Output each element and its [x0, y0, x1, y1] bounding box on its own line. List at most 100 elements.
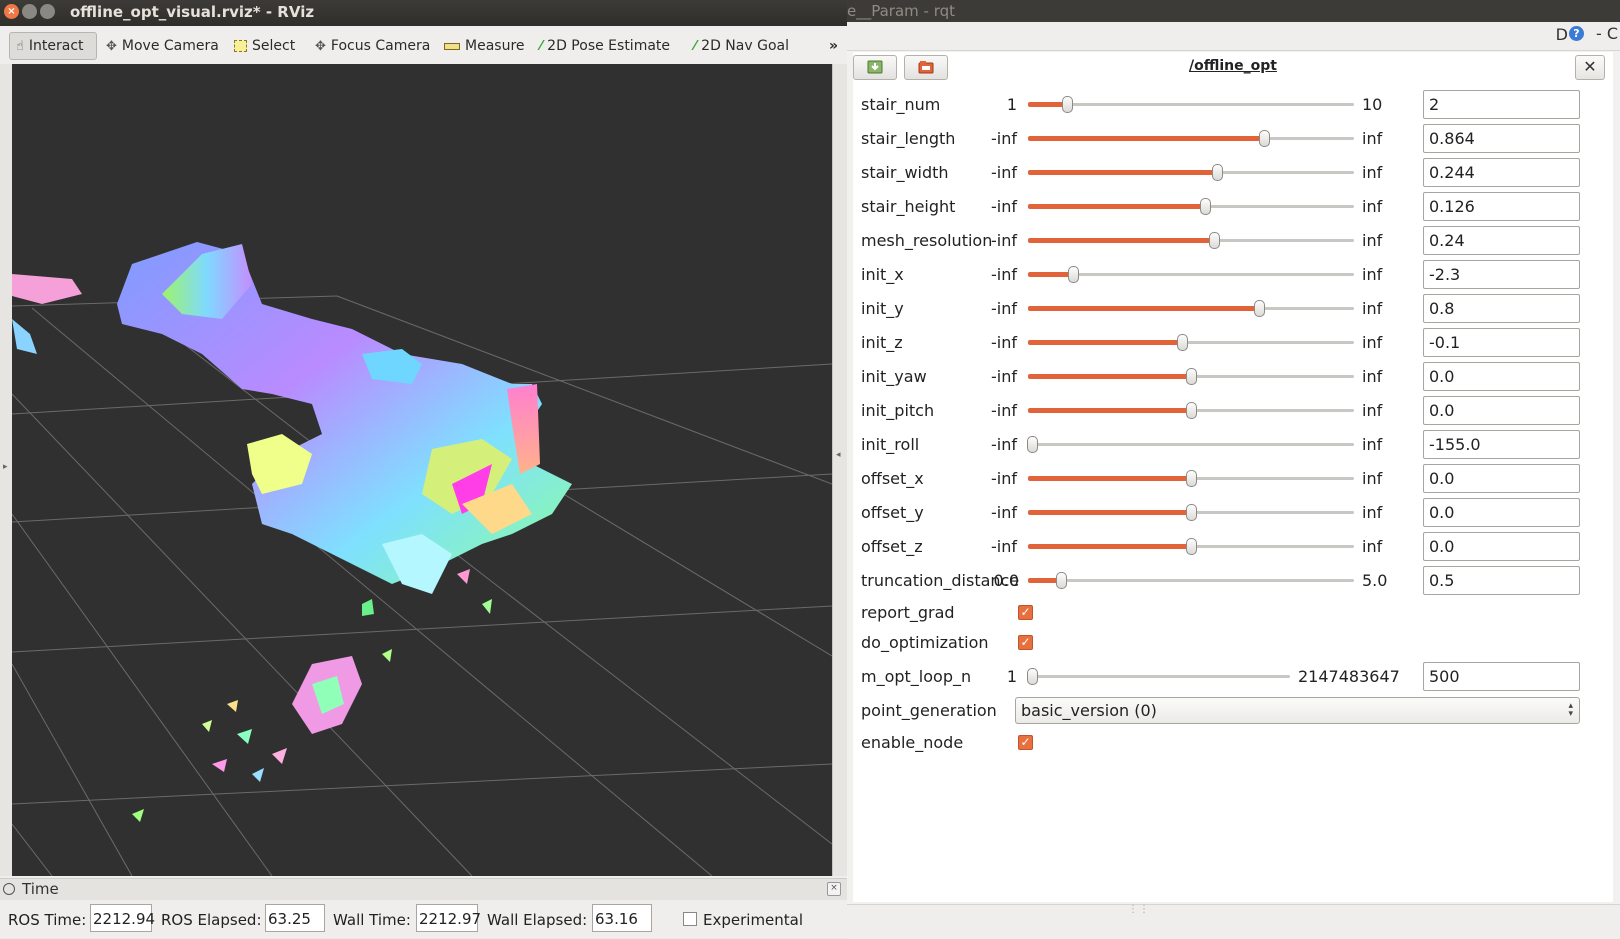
toolbar-overflow-button[interactable]: »	[829, 32, 838, 60]
param-row: truncation_distance 0.0 5.0 0.5	[853, 564, 1613, 598]
slider-thumb[interactable]	[1186, 368, 1197, 385]
slider-fill	[1028, 408, 1191, 413]
param-value-input[interactable]: 0.0	[1423, 464, 1580, 493]
clock-icon	[3, 883, 15, 895]
param-min: -inf	[991, 299, 1017, 318]
param-name: offset_z	[861, 537, 923, 556]
param-row: stair_height -inf inf 0.126	[853, 190, 1613, 224]
param-name: init_pitch	[861, 401, 935, 420]
param-value-input[interactable]: 0.8	[1423, 294, 1580, 323]
rviz-title-bar: × offline_opt_visual.rviz* - RViz	[0, 0, 847, 26]
move-camera-icon: ✥	[106, 38, 117, 54]
right-dock-collapse[interactable]: ◂	[832, 64, 848, 876]
slider-thumb[interactable]	[1254, 300, 1265, 317]
slider-thumb[interactable]	[1177, 334, 1188, 351]
param-row: init_pitch -inf inf 0.0	[853, 394, 1613, 428]
rqt-window-title: e__Param - rqt	[847, 2, 956, 20]
close-icon[interactable]: ×	[4, 4, 19, 19]
param-value-input[interactable]: 0.0	[1423, 498, 1580, 527]
interact-tool-button[interactable]: ☝ Interact	[9, 32, 97, 60]
nav-goal-tool-button[interactable]: ⁄ 2D Nav Goal	[688, 32, 795, 60]
param-row: stair_width -inf inf 0.244	[853, 156, 1613, 190]
param-checkbox[interactable]: ✓	[1018, 605, 1033, 620]
slider-thumb[interactable]	[1068, 266, 1079, 283]
slider-thumb[interactable]	[1212, 164, 1223, 181]
slider-thumb[interactable]	[1186, 402, 1197, 419]
param-min: -inf	[991, 163, 1017, 182]
measure-tool-button[interactable]: Measure	[438, 32, 531, 60]
param-min: -inf	[991, 129, 1017, 148]
ros-elapsed-field[interactable]: 63.25	[265, 904, 325, 932]
param-max: 5.0	[1362, 571, 1388, 590]
dock-d-button[interactable]: D	[1556, 25, 1568, 44]
enum-select[interactable]: basic_version (0) ▴ ▾	[1015, 697, 1580, 724]
slider-thumb[interactable]	[1186, 470, 1197, 487]
param-value-input[interactable]: 2	[1423, 90, 1580, 119]
param-max: inf	[1362, 265, 1383, 284]
minimize-icon[interactable]	[22, 4, 37, 19]
param-max: inf	[1362, 197, 1383, 216]
param-min: 1	[1006, 95, 1017, 114]
param-name: init_roll	[861, 435, 920, 454]
wall-time-field[interactable]: 2212.97	[416, 904, 481, 932]
param-value-input[interactable]: 0.0	[1423, 396, 1580, 425]
maximize-icon[interactable]	[40, 4, 55, 19]
dock-close-button[interactable]: - C	[1596, 24, 1618, 43]
slider-thumb[interactable]	[1186, 538, 1197, 555]
pose-estimate-tool-button[interactable]: ⁄ 2D Pose Estimate	[534, 32, 676, 60]
param-checkbox[interactable]: ✓	[1018, 635, 1033, 650]
slider-thumb[interactable]	[1209, 232, 1220, 249]
slider-thumb[interactable]	[1027, 668, 1038, 685]
param-checkbox[interactable]: ✓	[1018, 735, 1033, 750]
param-value-input[interactable]: 0.126	[1423, 192, 1580, 221]
experimental-checkbox[interactable]	[683, 912, 697, 926]
param-value-input[interactable]: 500	[1423, 662, 1580, 691]
slider-thumb[interactable]	[1259, 130, 1270, 147]
param-value-input[interactable]: 0.5	[1423, 566, 1580, 595]
param-min: 0.0	[993, 571, 1019, 590]
slider-thumb[interactable]	[1186, 504, 1197, 521]
param-value-input[interactable]: -0.1	[1423, 328, 1580, 357]
close-icon[interactable]: ✕	[1575, 55, 1605, 80]
close-icon[interactable]: ×	[827, 882, 841, 896]
param-max: 2147483647	[1298, 667, 1400, 686]
slider-track[interactable]	[1028, 579, 1354, 582]
param-max: inf	[1362, 367, 1383, 386]
select-tool-button[interactable]: Select	[228, 32, 301, 60]
param-value-input[interactable]: 0.864	[1423, 124, 1580, 153]
ros-time-field[interactable]: 2212.94	[90, 904, 155, 932]
param-name: offset_y	[861, 503, 924, 522]
tool-label: Measure	[465, 38, 525, 54]
param-row: report_grad ✓	[853, 596, 1613, 626]
slider-thumb[interactable]	[1056, 572, 1067, 589]
slider-thumb[interactable]	[1200, 198, 1211, 215]
focus-camera-tool-button[interactable]: ✥ Focus Camera	[309, 32, 436, 60]
move-camera-tool-button[interactable]: ✥ Move Camera	[100, 32, 225, 60]
window-title: offline_opt_visual.rviz* - RViz	[70, 3, 315, 21]
param-value-input[interactable]: 0.0	[1423, 532, 1580, 561]
param-value-input[interactable]: 0.244	[1423, 158, 1580, 187]
param-value-input[interactable]: 0.24	[1423, 226, 1580, 255]
param-value-input[interactable]: 0.0	[1423, 362, 1580, 391]
param-value-input[interactable]: -2.3	[1423, 260, 1580, 289]
param-name: stair_num	[861, 95, 941, 114]
updown-arrow-icon: ▴ ▾	[1568, 701, 1573, 719]
point-cloud-render	[12, 242, 832, 876]
tool-label: 2D Pose Estimate	[547, 38, 671, 54]
slider-fill	[1028, 510, 1191, 515]
resize-grip-icon[interactable]: ⋮⋮	[1128, 904, 1150, 915]
slider-track[interactable]	[1028, 443, 1354, 446]
wall-elapsed-field[interactable]: 63.16	[592, 904, 652, 932]
param-value-input[interactable]: -155.0	[1423, 430, 1580, 459]
slider-track[interactable]	[1028, 103, 1354, 106]
slider-track[interactable]	[1028, 675, 1290, 678]
help-icon[interactable]: ?	[1569, 26, 1584, 41]
slider-thumb[interactable]	[1027, 436, 1038, 453]
slider-thumb[interactable]	[1062, 96, 1073, 113]
node-name-title[interactable]: /offline_opt	[853, 58, 1613, 74]
rviz-window: × offline_opt_visual.rviz* - RViz ☝ Inte…	[0, 0, 848, 938]
param-max: inf	[1362, 333, 1383, 352]
3d-viewport[interactable]	[12, 64, 832, 876]
param-name: report_grad	[861, 603, 955, 622]
wall-time-label: Wall Time:	[333, 911, 411, 929]
